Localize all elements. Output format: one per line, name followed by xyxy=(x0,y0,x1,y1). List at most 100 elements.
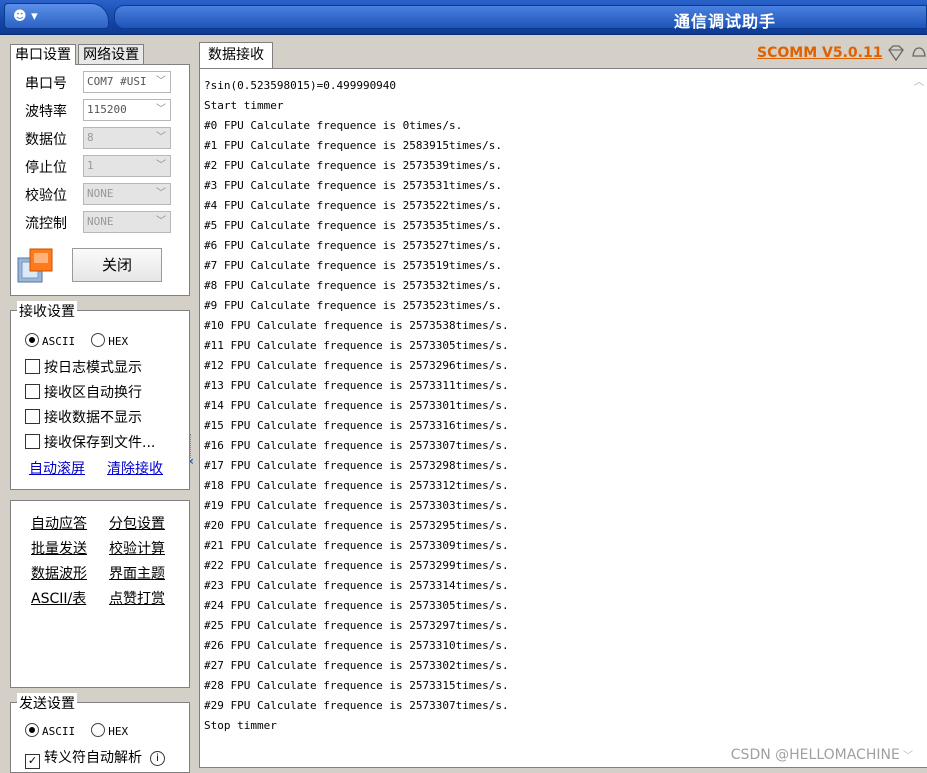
flow-label: 流控制 xyxy=(25,216,67,232)
port-value: COM7 #USI xyxy=(87,75,147,88)
databits-label: 数据位 xyxy=(25,132,67,148)
auto-wrap-label: 接收区自动换行 xyxy=(44,385,142,401)
receive-line: #13 FPU Calculate frequence is 2573311ti… xyxy=(204,379,509,392)
receive-line: Stop timmer xyxy=(204,719,277,732)
info-icon[interactable]: i xyxy=(150,751,165,766)
save-to-file-checkbox[interactable]: 接收保存到文件... xyxy=(25,432,155,452)
baud-select[interactable]: 115200 ﹀ xyxy=(83,99,171,121)
receive-line: #25 FPU Calculate frequence is 2573297ti… xyxy=(204,619,509,632)
ascii-table-link[interactable]: ASCII/表 xyxy=(31,588,86,608)
title-strip: 通信调试助手 xyxy=(114,5,927,31)
receive-ascii-label: ASCII xyxy=(42,335,76,348)
donate-link[interactable]: 点赞打赏 xyxy=(109,588,165,608)
receive-text: ?sin(0.523598015)=0.499990940 Start timme… xyxy=(204,76,509,736)
receive-line: #9 FPU Calculate frequence is 2573523tim… xyxy=(204,299,503,312)
auto-scroll-link[interactable]: 自动滚屏 xyxy=(29,458,85,478)
checkbox-icon xyxy=(25,434,40,449)
receive-ascii-radio[interactable]: ASCII xyxy=(25,333,76,349)
app-menu-button[interactable]: ☻ ▾ xyxy=(4,3,109,29)
receive-line: #2 FPU Calculate frequence is 2573539tim… xyxy=(204,159,503,172)
send-hex-radio[interactable]: HEX xyxy=(91,723,129,739)
checksum-link[interactable]: 校验计算 xyxy=(109,538,165,558)
checkbox-checked-icon: ✓ xyxy=(25,754,40,769)
checkbox-icon xyxy=(25,384,40,399)
receive-line: #12 FPU Calculate frequence is 2573296ti… xyxy=(204,359,509,372)
chevron-down-icon: ﹀ xyxy=(152,156,170,176)
escape-parse-label: 转义符自动解析 xyxy=(44,750,142,766)
receive-line: #0 FPU Calculate frequence is 0times/s. xyxy=(204,119,463,132)
flow-value: NONE xyxy=(87,215,114,228)
receive-line: #5 FPU Calculate frequence is 2573535tim… xyxy=(204,219,503,232)
receive-line: #26 FPU Calculate frequence is 2573310ti… xyxy=(204,639,509,652)
theme-link[interactable]: 界面主题 xyxy=(109,563,165,583)
auto-reply-link[interactable]: 自动应答 xyxy=(31,513,87,533)
flow-select[interactable]: NONE ﹀ xyxy=(83,211,171,233)
chevron-down-icon: ﹀ xyxy=(152,184,170,204)
receive-line: #27 FPU Calculate frequence is 2573302ti… xyxy=(204,659,509,672)
radio-off-icon xyxy=(91,723,106,737)
left-panel: 串口设置 网络设置 串口号 COM7 #USI ﹀ 波特率 115200 ﹀ 数… xyxy=(0,34,196,773)
close-port-button[interactable]: 关闭 xyxy=(72,248,162,282)
send-settings-group: 发送设置 ASCII HEX ✓ 转义符自动解析 i xyxy=(10,693,190,773)
parity-select[interactable]: NONE ﹀ xyxy=(83,183,171,205)
parity-label: 校验位 xyxy=(25,188,67,204)
receive-line: #19 FPU Calculate frequence is 2573303ti… xyxy=(204,499,509,512)
radio-on-icon xyxy=(25,723,39,737)
baud-label: 波特率 xyxy=(25,104,67,120)
databits-select[interactable]: 8 ﹀ xyxy=(83,127,171,149)
stopbits-select[interactable]: 1 ﹀ xyxy=(83,155,171,177)
receive-line: #21 FPU Calculate frequence is 2573309ti… xyxy=(204,539,509,552)
baud-value: 115200 xyxy=(87,103,127,116)
scroll-up-icon[interactable]: ︿ xyxy=(914,73,924,88)
receive-area[interactable]: ?sin(0.523598015)=0.499990940 Start timme… xyxy=(199,68,927,768)
panel-splitter[interactable]: ‹ xyxy=(189,434,195,494)
send-hex-label: HEX xyxy=(108,725,129,738)
packet-settings-link[interactable]: 分包设置 xyxy=(109,513,165,533)
receive-line: #22 FPU Calculate frequence is 2573299ti… xyxy=(204,559,509,572)
receive-line: #15 FPU Calculate frequence is 2573316ti… xyxy=(204,419,509,432)
tab-serial-settings[interactable]: 串口设置 xyxy=(10,44,76,65)
log-mode-checkbox[interactable]: 按日志模式显示 xyxy=(25,357,142,377)
chevron-down-icon: ﹀ xyxy=(152,128,170,148)
chevron-down-icon: ﹀ xyxy=(152,100,170,120)
chevron-left-icon[interactable]: ‹ xyxy=(189,454,194,468)
receive-line: #3 FPU Calculate frequence is 2573531tim… xyxy=(204,179,503,192)
receive-line: #6 FPU Calculate frequence is 2573527tim… xyxy=(204,239,503,252)
receive-line: #8 FPU Calculate frequence is 2573532tim… xyxy=(204,279,503,292)
port-select[interactable]: COM7 #USI ﹀ xyxy=(83,71,171,93)
window-title: 通信调试助手 xyxy=(673,12,776,31)
receive-line: #16 FPU Calculate frequence is 2573307ti… xyxy=(204,439,509,452)
app-menu-label: ☻ ▾ xyxy=(13,9,38,24)
receive-hex-radio[interactable]: HEX xyxy=(91,333,128,349)
batch-send-link[interactable]: 批量发送 xyxy=(31,538,87,558)
tab-network-settings[interactable]: 网络设置 xyxy=(78,44,145,65)
bell-icon[interactable] xyxy=(910,44,926,62)
watermark-text: CSDN @HELLOMACHINE xyxy=(730,747,900,763)
diamond-icon[interactable] xyxy=(886,44,906,62)
port-label: 串口号 xyxy=(25,76,67,92)
chevron-down-icon: ﹀ xyxy=(152,72,170,92)
receive-line: #20 FPU Calculate frequence is 2573295ti… xyxy=(204,519,509,532)
vertical-scrollbar[interactable]: ︿ xyxy=(910,69,927,767)
send-ascii-label: ASCII xyxy=(42,725,76,738)
radio-off-icon xyxy=(91,333,106,347)
send-format-row: ASCII HEX xyxy=(25,723,128,739)
receive-line: #4 FPU Calculate frequence is 2573522tim… xyxy=(204,199,503,212)
watermark: CSDN @HELLOMACHINE ﹀ xyxy=(731,747,913,763)
checkbox-icon xyxy=(25,359,40,374)
tab-data-receive[interactable]: 数据接收 xyxy=(199,42,273,68)
version-link[interactable]: SCOMM V5.0.11 xyxy=(757,45,882,61)
waveform-link[interactable]: 数据波形 xyxy=(31,563,87,583)
receive-settings-title: 接收设置 xyxy=(17,301,77,321)
receive-line: #14 FPU Calculate frequence is 2573301ti… xyxy=(204,399,509,412)
chevron-down-icon: ﹀ xyxy=(152,212,170,232)
send-ascii-radio[interactable]: ASCII xyxy=(25,723,76,739)
escape-parse-checkbox[interactable]: ✓ 转义符自动解析 i xyxy=(25,747,165,769)
clear-receive-link[interactable]: 清除接收 xyxy=(107,458,163,478)
auto-wrap-checkbox[interactable]: 接收区自动换行 xyxy=(25,382,142,402)
receive-line: #7 FPU Calculate frequence is 2573519tim… xyxy=(204,259,503,272)
hide-data-checkbox[interactable]: 接收数据不显示 xyxy=(25,407,142,427)
send-settings-title: 发送设置 xyxy=(17,693,77,713)
receive-line: Start timmer xyxy=(204,99,284,112)
stopbits-value: 1 xyxy=(87,159,94,172)
